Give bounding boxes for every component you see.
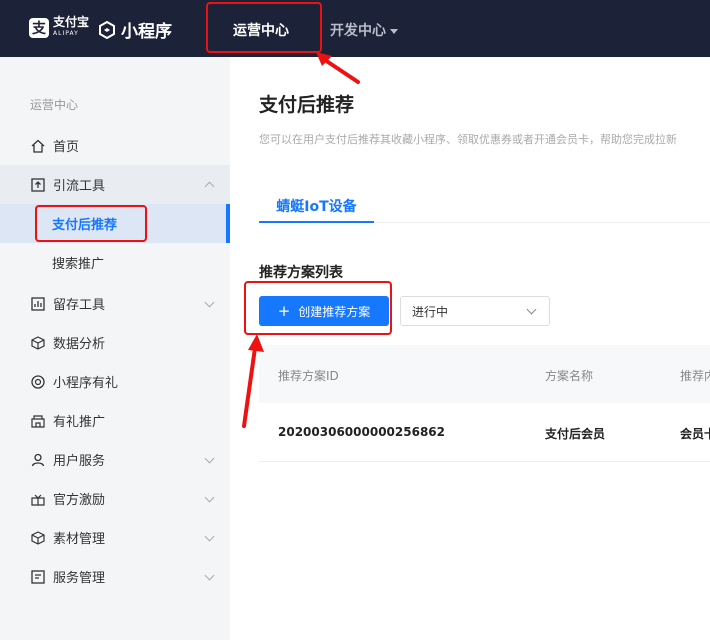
sidebar-item-label: 引流工具	[53, 179, 106, 194]
sidebar-title: 运营中心	[30, 98, 79, 112]
chevron-up-icon	[204, 181, 215, 192]
sidebar-item-retention-tools[interactable]: 留存工具	[0, 284, 230, 323]
alipay-logo-subtext: ALIPAY	[53, 30, 79, 37]
caret-down-icon	[390, 28, 398, 34]
annotation-box-create-button	[244, 281, 392, 335]
page-title: 支付后推荐	[259, 94, 355, 116]
sidebar-item-user-service[interactable]: 用户服务	[0, 440, 230, 479]
box-icon	[31, 530, 45, 545]
reward-icon	[31, 492, 45, 506]
chevron-down-icon	[204, 297, 215, 308]
sidebar-item-label: 小程序有礼	[53, 376, 119, 391]
section-title: 推荐方案列表	[259, 265, 343, 281]
sidebar-item-label: 留存工具	[53, 298, 106, 313]
page-description: 您可以在用户支付后推荐其收藏小程序、领取优惠券或者开通会员卡，帮助您完成拉新	[259, 133, 677, 146]
sidebar-item-material-management[interactable]: 素材管理	[0, 518, 230, 557]
annotation-arrow-create-button	[242, 334, 264, 428]
nav-dev-center-label: 开发中心	[330, 23, 386, 39]
sidebar-item-label: 服务管理	[53, 571, 106, 586]
cube-icon	[31, 335, 45, 350]
status-select-value: 进行中	[412, 304, 449, 319]
sidebar-item-miniapp-gift[interactable]: 小程序有礼	[0, 362, 230, 401]
alipay-logo-text: 支付宝	[53, 15, 90, 29]
miniapp-logo-icon	[99, 20, 115, 39]
chevron-down-icon	[204, 492, 215, 503]
service-icon	[31, 569, 45, 584]
column-header-plan-name: 方案名称	[545, 369, 594, 383]
table-row[interactable]: 20200306000000256862 支付后会员 会员卡	[259, 403, 710, 462]
annotation-arrow-ops-center	[316, 52, 360, 84]
status-select[interactable]: 进行中	[400, 296, 550, 326]
miniapp-logo-text: 小程序	[121, 22, 172, 42]
annotation-box-post-payment	[35, 205, 147, 242]
shop-icon	[31, 414, 45, 428]
sidebar-item-gift-promotion[interactable]: 有礼推广	[0, 401, 230, 440]
chevron-down-icon	[204, 453, 215, 464]
sidebar-item-home[interactable]: 首页	[0, 126, 230, 165]
annotation-box-ops-center	[206, 2, 322, 53]
gift-icon	[31, 374, 45, 389]
home-icon	[31, 139, 45, 153]
sidebar-item-official-incentive[interactable]: 官方激励	[0, 479, 230, 518]
sidebar-item-label: 首页	[53, 140, 80, 155]
sidebar-item-label: 数据分析	[53, 337, 106, 352]
sidebar-item-traffic-tools[interactable]: 引流工具	[0, 165, 230, 204]
column-header-plan-id: 推荐方案ID	[278, 369, 339, 383]
sidebar-item-label: 官方激励	[53, 493, 106, 508]
miniapp-logo[interactable]: 小程序	[98, 17, 172, 42]
chevron-down-icon	[526, 304, 537, 315]
tab-dragonfly-iot[interactable]: 蜻蜓IoT设备	[259, 196, 374, 216]
user-icon	[31, 453, 45, 467]
sidebar-item-label: 素材管理	[53, 532, 106, 547]
tab-active-indicator	[259, 221, 374, 223]
sidebar-item-data-analysis[interactable]: 数据分析	[0, 323, 230, 362]
sidebar-item-label: 用户服务	[53, 454, 106, 469]
chevron-down-icon	[204, 531, 215, 542]
table-header: 推荐方案ID 方案名称 推荐内	[259, 345, 710, 403]
traffic-icon	[31, 177, 45, 192]
sidebar-subitem-search-promotion[interactable]: 搜索推广	[0, 243, 230, 282]
cell-recommend-content: 会员卡	[680, 427, 710, 441]
chevron-down-icon	[204, 570, 215, 581]
sidebar-item-label: 有礼推广	[53, 415, 106, 430]
sidebar-item-service-management[interactable]: 服务管理	[0, 557, 230, 596]
cell-plan-id: 20200306000000256862	[278, 425, 445, 439]
chart-icon	[31, 296, 45, 311]
nav-dev-center[interactable]: 开发中心	[330, 20, 398, 40]
cell-plan-name: 支付后会员	[545, 427, 606, 441]
alipay-logo-icon: 支	[29, 18, 49, 38]
column-header-recommend-content: 推荐内	[680, 369, 710, 383]
alipay-logo[interactable]: 支 支付宝 ALIPAY	[29, 15, 90, 38]
